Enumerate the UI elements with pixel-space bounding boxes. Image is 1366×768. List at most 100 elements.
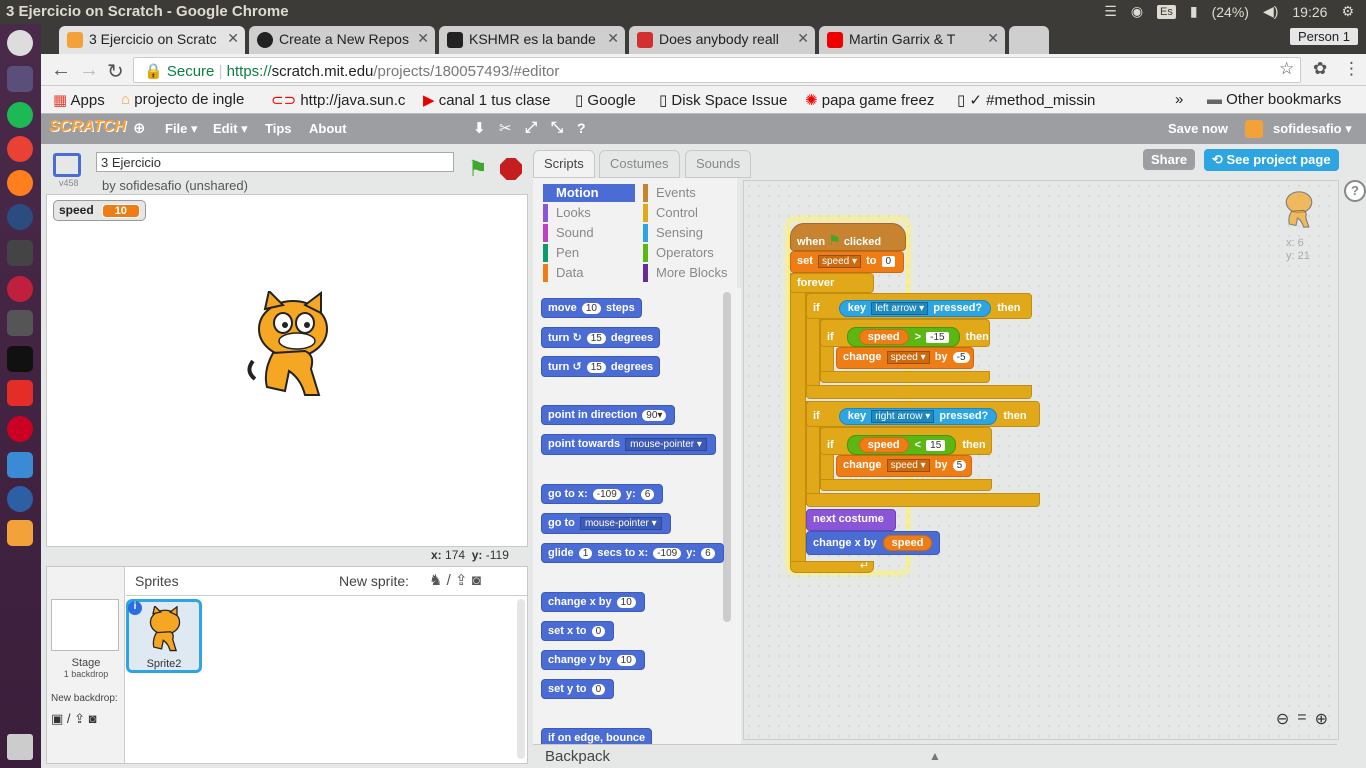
block-input[interactable]: 0 <box>591 684 606 695</box>
category-motion[interactable]: Motion <box>543 184 635 202</box>
info-icon[interactable]: i <box>128 601 142 615</box>
volume-icon[interactable]: ◀) <box>1263 3 1278 20</box>
tab-scripts[interactable]: Scripts <box>533 150 595 178</box>
key-dropdown[interactable]: left arrow ▾ <box>871 302 929 315</box>
bookmark-item[interactable]: ✺ papa game freez <box>805 91 945 109</box>
block-input[interactable]: 10 <box>581 303 601 314</box>
when-flag-clicked-block[interactable]: when ⚑ clicked <box>790 223 906 251</box>
bookmark-item[interactable]: ▯ Disk Space Issue <box>659 91 793 109</box>
bookmark-item[interactable]: ▯ ✓ #method_missin <box>957 91 1125 109</box>
block-input[interactable]: 10 <box>616 655 636 666</box>
share-button[interactable]: Share <box>1143 149 1196 170</box>
chrome-icon[interactable] <box>7 136 33 162</box>
scratch-logo[interactable]: SCRATCH <box>49 118 126 140</box>
see-project-page-button[interactable]: ⟲ See project page <box>1204 149 1339 171</box>
zoom-in-icon[interactable]: ⊕ <box>1315 709 1328 729</box>
stage-thumbnail[interactable] <box>51 599 119 651</box>
variable-dropdown[interactable]: speed ▾ <box>817 255 862 268</box>
help-icon[interactable]: ? <box>1344 180 1366 202</box>
block-input[interactable]: -109 <box>592 489 621 500</box>
forward-arrow-icon[interactable]: → <box>79 59 99 82</box>
sprite-tile-selected[interactable]: i Sprite2 <box>126 599 202 673</box>
other-bookmarks[interactable]: ▬ Other bookmarks <box>1207 91 1341 108</box>
camera-icon[interactable]: ◙ <box>472 572 481 589</box>
bookmark-item[interactable]: ⊂⊃ http://java.sun.c <box>271 91 411 109</box>
scratch-cat-sprite[interactable] <box>245 291 341 403</box>
stage-canvas[interactable]: speed 10 <box>46 194 528 547</box>
grow-icon[interactable]: ⤢ <box>525 119 537 136</box>
category-looks[interactable]: Looks <box>543 204 635 222</box>
block-point-direction[interactable]: point in direction 90▾ <box>541 405 676 425</box>
speed-reporter[interactable]: speed <box>858 329 909 345</box>
green-flag-icon[interactable]: ⚑ <box>468 156 488 182</box>
sublime-icon[interactable] <box>7 520 33 546</box>
help-question-icon[interactable]: ? <box>577 120 586 136</box>
key-dropdown[interactable]: right arrow ▾ <box>871 410 935 423</box>
close-tab-icon[interactable]: ✕ <box>417 30 429 47</box>
block-dropdown[interactable]: mouse-pointer ▾ <box>579 517 662 530</box>
block-input[interactable]: -15 <box>926 332 949 343</box>
upload-icon[interactable]: ⇪ <box>455 572 468 589</box>
terminal-icon[interactable] <box>7 346 33 372</box>
block-turn-right[interactable]: turn ↻ 15 degrees <box>541 327 661 348</box>
ubuntu-icon[interactable] <box>7 30 33 56</box>
more-bookmarks-chevron-icon[interactable]: » <box>1175 91 1183 108</box>
chrome-menu-icon[interactable]: ⋮ <box>1343 59 1360 79</box>
clock[interactable]: 19:26 <box>1292 4 1327 20</box>
block-turn-left[interactable]: turn ↺ 15 degrees <box>541 356 661 377</box>
bookmark-item[interactable]: ▯ Google <box>575 91 636 109</box>
variable-dropdown[interactable]: speed ▾ <box>886 351 930 364</box>
reload-icon[interactable]: ↻ <box>107 59 124 84</box>
block-input[interactable]: 6 <box>640 489 655 500</box>
sprite-library-icon[interactable]: ♞ <box>429 572 442 589</box>
key-pressed-right[interactable]: key right arrow ▾ pressed? <box>838 408 998 425</box>
block-set-x[interactable]: set x to 0 <box>541 621 615 641</box>
close-tab-icon[interactable]: ✕ <box>227 30 239 47</box>
if-key-right-block[interactable]: if key right arrow ▾ pressed? then <box>806 401 1040 427</box>
bookmark-item[interactable]: ▶ canal 1 tus clase <box>423 91 563 109</box>
image-viewer-icon[interactable] <box>7 452 33 478</box>
block-bounce[interactable]: if on edge, bounce <box>541 728 653 744</box>
category-more-blocks[interactable]: More Blocks <box>643 264 735 282</box>
duplicate-stamp-icon[interactable]: ⬇ <box>473 119 486 137</box>
block-go-to[interactable]: go to mouse-pointer ▾ <box>541 513 671 534</box>
about-menu[interactable]: About <box>309 121 347 136</box>
block-go-to-xy[interactable]: go to x: -109 y: 6 <box>541 484 664 504</box>
change-speed-pos-block[interactable]: change speed ▾ by 5 <box>836 455 972 477</box>
if-speed-lt-block[interactable]: if speed < 15 then <box>820 427 992 455</box>
block-input[interactable]: 90▾ <box>642 410 667 421</box>
category-events[interactable]: Events <box>643 184 735 202</box>
back-arrow-icon[interactable]: ← <box>51 59 71 82</box>
change-speed-neg-block[interactable]: change speed ▾ by -5 <box>836 347 974 369</box>
image-library-icon[interactable]: ▣ <box>51 711 63 726</box>
files-icon[interactable] <box>7 310 33 336</box>
menu-icon[interactable]: ☰ <box>1104 3 1117 20</box>
tab-sounds[interactable]: Sounds <box>685 150 752 178</box>
language-globe-icon[interactable]: ⊕ <box>133 119 146 137</box>
eclipse-icon[interactable] <box>7 204 33 230</box>
category-operators[interactable]: Operators <box>643 244 735 262</box>
extension-icon[interactable]: ✿ <box>1313 59 1327 79</box>
edit-menu[interactable]: Edit ▾ <box>213 121 248 137</box>
category-sensing[interactable]: Sensing <box>643 224 735 242</box>
palette-scrollbar[interactable] <box>723 292 731 622</box>
block-input[interactable]: 15 <box>586 333 606 344</box>
block-input[interactable]: 15 <box>586 362 606 373</box>
block-input[interactable]: 0 <box>591 626 606 637</box>
block-input[interactable]: 6 <box>701 548 715 559</box>
expand-arrow-icon[interactable]: ▲ <box>929 749 941 763</box>
bookmark-apps[interactable]: ▦ Apps <box>53 91 105 109</box>
new-tab-button[interactable] <box>1009 26 1049 54</box>
battery-icon[interactable]: ▮ <box>1190 3 1198 20</box>
block-change-x[interactable]: change x by 10 <box>541 592 645 612</box>
media-app-icon[interactable] <box>7 416 33 442</box>
category-data[interactable]: Data <box>543 264 635 282</box>
stop-sign-icon[interactable] <box>500 158 522 180</box>
settings-gear-icon[interactable]: ⚙ <box>1341 3 1354 20</box>
block-change-y[interactable]: change y by 10 <box>541 650 645 670</box>
key-pressed-left[interactable]: key left arrow ▾ pressed? <box>838 300 992 317</box>
variable-dropdown[interactable]: speed ▾ <box>886 459 930 472</box>
upload-icon[interactable]: ⇪ <box>74 711 85 726</box>
tab-costumes[interactable]: Costumes <box>599 150 680 178</box>
scripts-area[interactable]: x: 6 y: 21 when ⚑ clicked set speed ▾ to… <box>743 180 1339 740</box>
